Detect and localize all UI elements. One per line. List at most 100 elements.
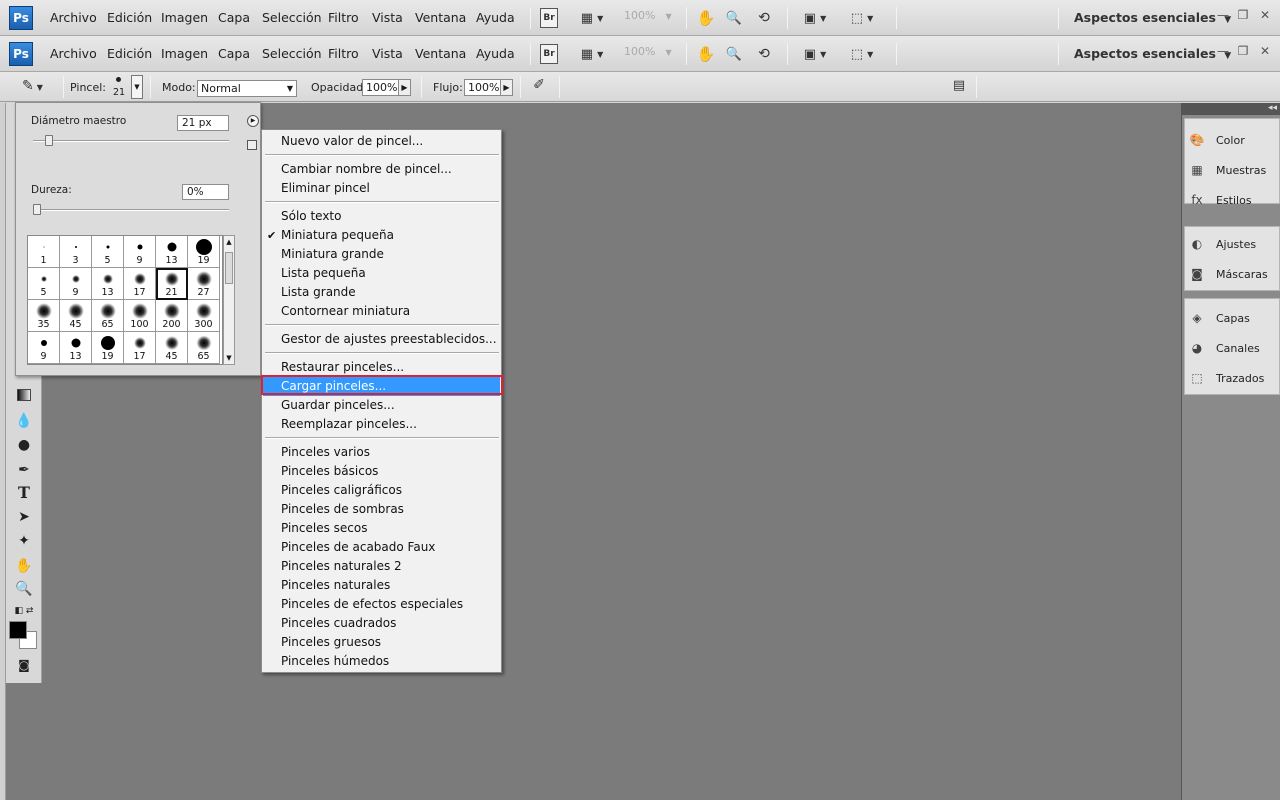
close-icon[interactable]: ✕: [1256, 8, 1274, 26]
context-menu-item[interactable]: ✔ Miniatura pequeña: [263, 226, 500, 245]
scroll-down-icon[interactable]: ▼: [224, 352, 234, 364]
custom-shape-tool-icon[interactable]: ✦: [14, 531, 34, 551]
brush-preset[interactable]: 300: [188, 300, 220, 332]
menu-ventana[interactable]: Ventana: [415, 46, 466, 61]
context-menu-item[interactable]: Eliminar pincel: [263, 179, 500, 198]
brush-panel-toggle-icon[interactable]: ▤: [950, 78, 968, 96]
hardness-slider-thumb[interactable]: [33, 204, 41, 215]
context-menu-item[interactable]: Pinceles básicos: [263, 462, 500, 481]
brush-preset[interactable]: 27: [188, 268, 220, 300]
flow-input[interactable]: 100%: [464, 79, 501, 96]
brush-preset[interactable]: 19: [92, 332, 124, 364]
panel-tab-canales[interactable]: ◕ Canales: [1188, 337, 1276, 359]
menu-filtro[interactable]: Filtro: [328, 46, 359, 61]
brush-preset[interactable]: 13: [156, 236, 188, 268]
brush-preset[interactable]: 100: [124, 300, 156, 332]
menu-edicion[interactable]: Edición: [107, 10, 152, 25]
context-menu-item[interactable]: Pinceles naturales 2: [263, 557, 500, 576]
scroll-thumb[interactable]: [225, 252, 233, 284]
menu-ayuda[interactable]: Ayuda: [476, 46, 515, 61]
context-menu-item[interactable]: Guardar pinceles...: [263, 396, 500, 415]
master-diameter-input[interactable]: 21 px: [177, 115, 229, 131]
panel-tab-ajustes[interactable]: ◐ Ajustes: [1188, 233, 1276, 255]
zoom-icon[interactable]: 🔍: [724, 8, 744, 28]
menu-imagen[interactable]: Imagen: [161, 46, 208, 61]
opacity-input[interactable]: 100%: [362, 79, 399, 96]
swap-colors-icon[interactable]: ◧ ⇄: [14, 601, 34, 621]
zoom-level-field[interactable]: 100% ▼: [624, 9, 678, 26]
gradient-tool-icon[interactable]: [14, 387, 34, 407]
hand-tool-icon[interactable]: ✋: [14, 556, 34, 576]
menu-vista[interactable]: Vista: [372, 10, 403, 25]
context-menu-item[interactable]: Gestor de ajustes preestablecidos...: [263, 330, 500, 349]
brush-preset[interactable]: 3: [60, 236, 92, 268]
hand-icon[interactable]: ✋: [696, 44, 716, 64]
context-menu-item[interactable]: Pinceles húmedos: [263, 652, 500, 671]
panel-tab-trazados[interactable]: ⬚ Trazados: [1188, 367, 1276, 389]
bridge-button[interactable]: Br: [540, 8, 558, 28]
arrange-documents-icon[interactable]: ▣ ▼: [798, 44, 832, 64]
context-menu-item[interactable]: Contornear miniatura: [263, 302, 500, 321]
bridge-button[interactable]: Br: [540, 44, 558, 64]
film-strip-icon[interactable]: ▦ ▼: [576, 8, 608, 28]
type-tool-icon[interactable]: T: [14, 483, 34, 503]
brush-tool-icon[interactable]: ✎ ▼: [22, 78, 52, 96]
flow-slider-button[interactable]: ▶: [500, 79, 513, 96]
screen-mode-icon[interactable]: ⬚ ▼: [845, 44, 879, 64]
workspace-switcher[interactable]: Aspectos esenciales ▼: [1074, 46, 1231, 61]
mode-select[interactable]: Normal ▼: [197, 80, 297, 97]
arrange-documents-icon[interactable]: ▣ ▼: [798, 8, 832, 28]
master-diameter-slider-track[interactable]: [33, 140, 229, 142]
brush-preset[interactable]: 13: [60, 332, 92, 364]
brush-preset[interactable]: 17: [124, 268, 156, 300]
panel-tab-capas[interactable]: ◈ Capas: [1188, 307, 1276, 329]
workspace-switcher[interactable]: Aspectos esenciales ▼: [1074, 10, 1231, 25]
close-icon[interactable]: ✕: [1256, 44, 1274, 62]
brush-picker-dropdown-button[interactable]: ▼: [131, 75, 143, 99]
restore-icon[interactable]: ❐: [1234, 44, 1252, 62]
panel-tab-muestras[interactable]: ▦ Muestras: [1188, 159, 1276, 181]
brush-preset[interactable]: 21: [156, 268, 188, 300]
new-preset-icon[interactable]: [247, 140, 257, 150]
restore-icon[interactable]: ❐: [1234, 8, 1252, 26]
menu-filtro[interactable]: Filtro: [328, 10, 359, 25]
menu-capa[interactable]: Capa: [218, 46, 250, 61]
rotate-view-icon[interactable]: ⟲: [753, 8, 775, 28]
brush-preset[interactable]: 5: [92, 236, 124, 268]
zoom-level-field[interactable]: 100% ▼: [624, 45, 678, 62]
context-menu-item[interactable]: Cambiar nombre de pincel...: [263, 160, 500, 179]
brush-preset[interactable]: 45: [60, 300, 92, 332]
film-strip-icon[interactable]: ▦ ▼: [576, 44, 608, 64]
brush-preset[interactable]: 9: [124, 236, 156, 268]
master-diameter-slider-thumb[interactable]: [44, 135, 53, 146]
airbrush-icon[interactable]: ✐: [528, 77, 550, 97]
context-menu-item[interactable]: Nuevo valor de pincel...: [263, 132, 500, 151]
menu-edicion[interactable]: Edición: [107, 46, 152, 61]
brush-preset[interactable]: 35: [28, 300, 60, 332]
context-menu-item[interactable]: Pinceles gruesos: [263, 633, 500, 652]
menu-archivo[interactable]: Archivo: [50, 10, 97, 25]
screen-mode-icon[interactable]: ⬚ ▼: [845, 8, 879, 28]
panel-tab-color[interactable]: 🎨 Color: [1188, 129, 1276, 151]
context-menu-item[interactable]: Pinceles cuadrados: [263, 614, 500, 633]
hand-icon[interactable]: ✋: [696, 8, 716, 28]
brush-preset[interactable]: 9: [60, 268, 92, 300]
blur-tool-icon[interactable]: 💧: [14, 411, 34, 431]
context-menu-item[interactable]: Pinceles de efectos especiales: [263, 595, 500, 614]
menu-archivo[interactable]: Archivo: [50, 46, 97, 61]
context-menu-item[interactable]: Miniatura grande: [263, 245, 500, 264]
quick-mask-icon[interactable]: ◙: [14, 655, 34, 675]
context-menu-item[interactable]: Sólo texto: [263, 207, 500, 226]
menu-capa[interactable]: Capa: [218, 10, 250, 25]
brush-preset[interactable]: 13: [92, 268, 124, 300]
context-menu-item[interactable]: Pinceles naturales: [263, 576, 500, 595]
path-selection-tool-icon[interactable]: ➤: [14, 507, 34, 527]
opacity-slider-button[interactable]: ▶: [398, 79, 411, 96]
context-menu-item[interactable]: Pinceles caligráficos: [263, 481, 500, 500]
panel-tab-estilos[interactable]: fx Estilos: [1188, 189, 1276, 211]
dodge-tool-icon[interactable]: ●: [14, 435, 34, 455]
menu-ayuda[interactable]: Ayuda: [476, 10, 515, 25]
pen-tool-icon[interactable]: ✒: [14, 460, 34, 480]
brush-preset[interactable]: 65: [188, 332, 220, 364]
hardness-slider-track[interactable]: [33, 209, 229, 211]
